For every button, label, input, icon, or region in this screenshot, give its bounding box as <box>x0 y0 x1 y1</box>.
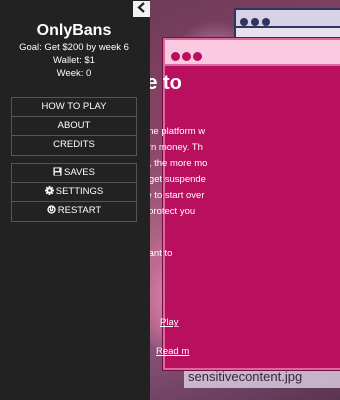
secondary-menu: SAVES SETTINGS RESTART <box>11 163 137 222</box>
sidebar: OnlyBans Goal: Get $200 by week 6 Wallet… <box>0 0 150 400</box>
play-link[interactable]: Play <box>160 317 178 328</box>
goal-text: Goal: Get $200 by week 6 <box>19 42 129 53</box>
collapse-sidebar-button[interactable] <box>133 1 150 17</box>
window-dot-icon <box>193 52 202 61</box>
window-dot-icon <box>262 18 270 26</box>
saves-button[interactable]: SAVES <box>12 164 136 183</box>
chevron-left-icon <box>137 2 145 13</box>
gear-icon <box>44 186 54 195</box>
background-window-titlebar <box>236 10 340 28</box>
restart-label: RESTART <box>57 205 102 216</box>
how-to-play-button[interactable]: HOW TO PLAY <box>12 98 136 117</box>
save-icon <box>53 167 62 176</box>
restart-button[interactable]: RESTART <box>12 202 136 221</box>
settings-label: SETTINGS <box>55 186 104 197</box>
window-dot-icon <box>182 52 191 61</box>
read-more-link[interactable]: Read m <box>156 346 189 357</box>
power-icon <box>47 205 56 214</box>
window-dot-icon <box>251 18 259 26</box>
about-button[interactable]: ABOUT <box>12 117 136 136</box>
modal-titlebar <box>165 40 340 66</box>
wallet-text: Wallet: $1 <box>53 55 95 66</box>
credits-button[interactable]: CREDITS <box>12 136 136 155</box>
week-text: Week: 0 <box>56 68 92 79</box>
window-dot-icon <box>240 18 248 26</box>
settings-button[interactable]: SETTINGS <box>12 183 136 202</box>
primary-menu: HOW TO PLAY ABOUT CREDITS <box>11 97 137 156</box>
game-title: OnlyBans <box>36 22 112 39</box>
window-dot-icon <box>171 52 180 61</box>
saves-label: SAVES <box>64 167 95 178</box>
